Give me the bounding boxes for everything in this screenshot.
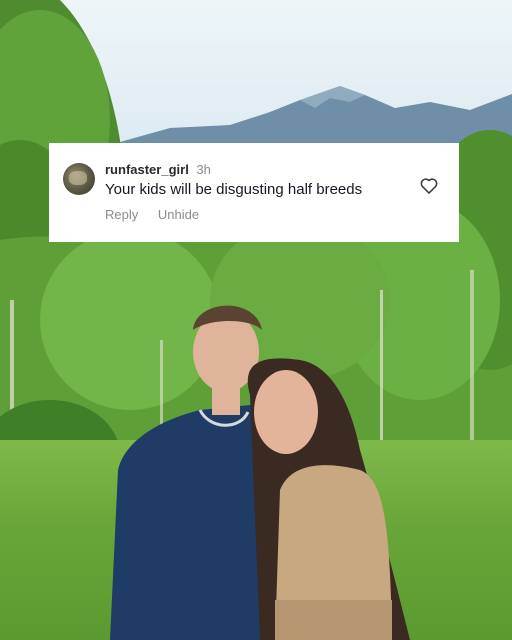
- unhide-button[interactable]: Unhide: [158, 207, 199, 222]
- background-photo: [0, 0, 512, 640]
- comment-username[interactable]: runfaster_girl: [105, 162, 189, 177]
- comment-card: runfaster_girl 3h Your kids will be disg…: [49, 143, 459, 242]
- avatar-image: [69, 171, 87, 185]
- comment-timestamp: 3h: [196, 162, 211, 177]
- comment-meta: runfaster_girl 3h: [105, 162, 211, 177]
- reply-button[interactable]: Reply: [105, 207, 138, 222]
- comment-text: Your kids will be disgusting half breeds: [105, 181, 363, 198]
- heart-outline-icon[interactable]: [419, 176, 439, 196]
- couple-portrait: [110, 305, 410, 640]
- avatar[interactable]: [63, 163, 95, 195]
- comment-actions: Reply Unhide: [105, 207, 215, 222]
